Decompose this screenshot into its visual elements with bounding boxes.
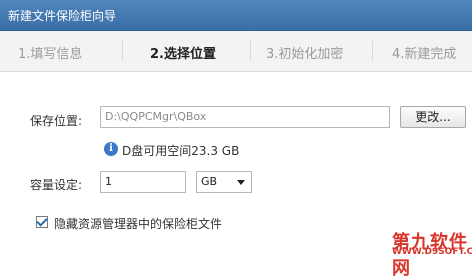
change-location-button[interactable]: 更改... xyxy=(400,106,466,128)
step-divider xyxy=(250,41,251,61)
step-divider xyxy=(122,41,123,61)
capacity-unit-select[interactable]: GB xyxy=(196,171,252,193)
chevron-down-icon xyxy=(237,180,245,185)
hide-files-label: 隐藏资源管理器中的保险柜文件 xyxy=(54,217,223,231)
window-title: 新建文件保险柜向导 xyxy=(8,9,117,23)
capacity-unit-value: GB xyxy=(201,175,218,188)
step-2-active: 2.选择位置 xyxy=(150,47,216,62)
save-location-label: 保存位置: xyxy=(30,114,83,128)
save-location-field[interactable]: D:\QQPCMgr\QBox xyxy=(100,106,390,128)
step-divider xyxy=(372,41,373,61)
title-bar: 新建文件保险柜向导 xyxy=(0,0,472,31)
step-4: 4.新建完成 xyxy=(392,47,457,62)
wizard-steps: 1.填写信息 2.选择位置 3.初始化加密 4.新建完成 xyxy=(0,31,472,72)
info-icon: i xyxy=(104,142,118,156)
step-1: 1.填写信息 xyxy=(18,47,83,62)
hide-files-checkbox[interactable] xyxy=(36,215,48,228)
disk-space-text: D盘可用空间23.3 GB xyxy=(122,144,240,158)
capacity-label: 容量设定: xyxy=(30,178,83,192)
capacity-input[interactable]: 1 xyxy=(100,171,186,193)
check-icon xyxy=(36,215,48,227)
step-3: 3.初始化加密 xyxy=(266,47,344,62)
watermark-url: WWW.D9SOFT.COM xyxy=(392,247,472,257)
